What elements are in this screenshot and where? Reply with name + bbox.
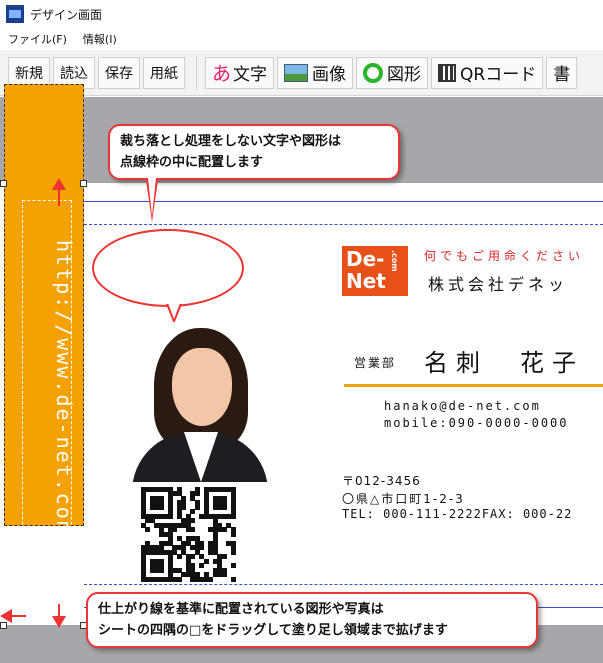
qr-module	[158, 504, 164, 510]
qr-module	[199, 545, 205, 551]
qr-module	[145, 527, 151, 533]
qrcode-icon	[438, 63, 457, 82]
top-callout-pointer-fill	[148, 178, 156, 216]
paper-button[interactable]: 用紙	[143, 56, 185, 89]
qr-module	[230, 576, 236, 582]
company-name-text[interactable]: 株式会社デネッ	[428, 271, 568, 295]
selection-inner-box	[22, 200, 72, 605]
qr-module	[194, 504, 200, 510]
trim-line-top	[84, 201, 603, 202]
logo-text: De-Net	[346, 247, 386, 293]
text-tool-label: 文字	[233, 65, 268, 85]
top-callout-line2: 点線枠の中に配置します	[120, 155, 264, 170]
safe-line-top	[84, 224, 603, 225]
zip-text[interactable]: 〒012-3456	[342, 472, 421, 489]
circle-shape-icon	[363, 62, 384, 83]
photo-face	[172, 348, 232, 426]
speech-balloon-tail-fill	[168, 303, 180, 319]
arrow-down-icon	[52, 616, 66, 628]
qr-module	[230, 513, 236, 519]
image-tool-label: 画像	[312, 65, 347, 85]
shape-tool-button[interactable]: 図形	[356, 56, 429, 89]
top-callout: 裁ち落とし処理をしない文字や図形は 点線枠の中に配置します	[108, 124, 400, 180]
menu-info[interactable]: 情報(I)	[75, 31, 125, 47]
bottom-callout-line1: 仕上がり線を基準に配置されている図形や写真は	[98, 602, 384, 617]
qr-module	[190, 554, 196, 560]
portrait-photo[interactable]	[132, 322, 268, 482]
qr-module	[230, 563, 236, 569]
qrcode-tool-label: QRコード	[460, 65, 537, 85]
resize-handle-top-right[interactable]	[80, 180, 87, 187]
more-tool-button[interactable]: 書	[546, 56, 578, 89]
qr-module	[208, 576, 214, 582]
save-button[interactable]: 保存	[98, 56, 140, 89]
image-tool-button[interactable]: 画像	[277, 56, 354, 89]
bottom-callout-line2: シートの四隅の□をドラッグして塗り足し領域まで拡げます	[98, 623, 448, 638]
mobile-text[interactable]: mobile:090-0000-0000	[384, 416, 569, 430]
toolbar: 新規 読込 保存 用紙 あ 文字 画像 図形 QRコード 書	[0, 50, 603, 96]
qr-code-image[interactable]	[141, 487, 236, 582]
tel-fax-text[interactable]: TEL: 000-111-2222FAX: 000-22	[342, 507, 572, 521]
window-title: デザイン画面	[30, 7, 103, 22]
qr-module	[190, 509, 196, 515]
resize-handle-top-left[interactable]	[0, 180, 7, 187]
arrow-left-shaft	[10, 615, 26, 617]
address-text[interactable]: 〇県△市口町1-2-3	[342, 490, 465, 507]
menu-bar: ファイル(F) 情報(I)	[0, 28, 603, 50]
safe-line-bottom	[84, 584, 603, 585]
qr-module	[221, 504, 227, 510]
bottom-callout: 仕上がり線を基準に配置されている図形や写真は シートの四隅の□をドラッグして塗り…	[86, 592, 538, 648]
department-text[interactable]: 営業部	[354, 354, 396, 371]
qr-module	[190, 518, 196, 524]
resize-handle-bottom-left[interactable]	[0, 622, 7, 629]
email-text[interactable]: hanako@de-net.com	[384, 399, 541, 413]
speech-balloon-shape[interactable]	[92, 229, 244, 307]
qr-module	[221, 554, 227, 560]
toolbar-separator	[196, 55, 197, 90]
qr-module	[190, 527, 196, 533]
top-callout-line1: 裁ち落とし処理をしない文字や図形は	[120, 134, 342, 149]
design-workspace	[0, 97, 603, 663]
tagline-text[interactable]: 何でもご用命ください	[424, 247, 584, 264]
menu-file[interactable]: ファイル(F)	[0, 31, 75, 47]
arrow-up-icon	[52, 178, 66, 190]
title-bar: デザイン画面	[0, 0, 603, 28]
qr-module	[230, 549, 236, 555]
qr-module	[158, 567, 164, 573]
person-name-text[interactable]: 名刺 花子	[424, 343, 584, 378]
qrcode-tool-button[interactable]: QRコード	[431, 56, 544, 89]
app-icon	[6, 5, 24, 23]
qr-module	[199, 563, 205, 569]
qr-module	[221, 572, 227, 578]
shape-tool-label: 図形	[387, 65, 422, 85]
text-icon: あ	[212, 63, 232, 85]
qr-module	[181, 504, 187, 510]
qr-module	[230, 531, 236, 537]
qr-module	[176, 576, 182, 582]
qr-module	[176, 554, 182, 560]
qr-module	[167, 513, 173, 519]
qr-module	[203, 558, 209, 564]
arrow-left-icon	[0, 609, 12, 623]
text-tool-button[interactable]: あ 文字	[205, 56, 275, 89]
name-underline	[344, 384, 603, 387]
logo-sub-text: .com	[390, 250, 399, 272]
qr-module	[194, 491, 200, 497]
company-logo[interactable]: De-Net .com	[342, 246, 408, 296]
qr-module	[221, 527, 227, 533]
arrow-up-shaft	[58, 188, 60, 206]
qr-module	[172, 527, 178, 533]
image-icon	[284, 63, 309, 82]
